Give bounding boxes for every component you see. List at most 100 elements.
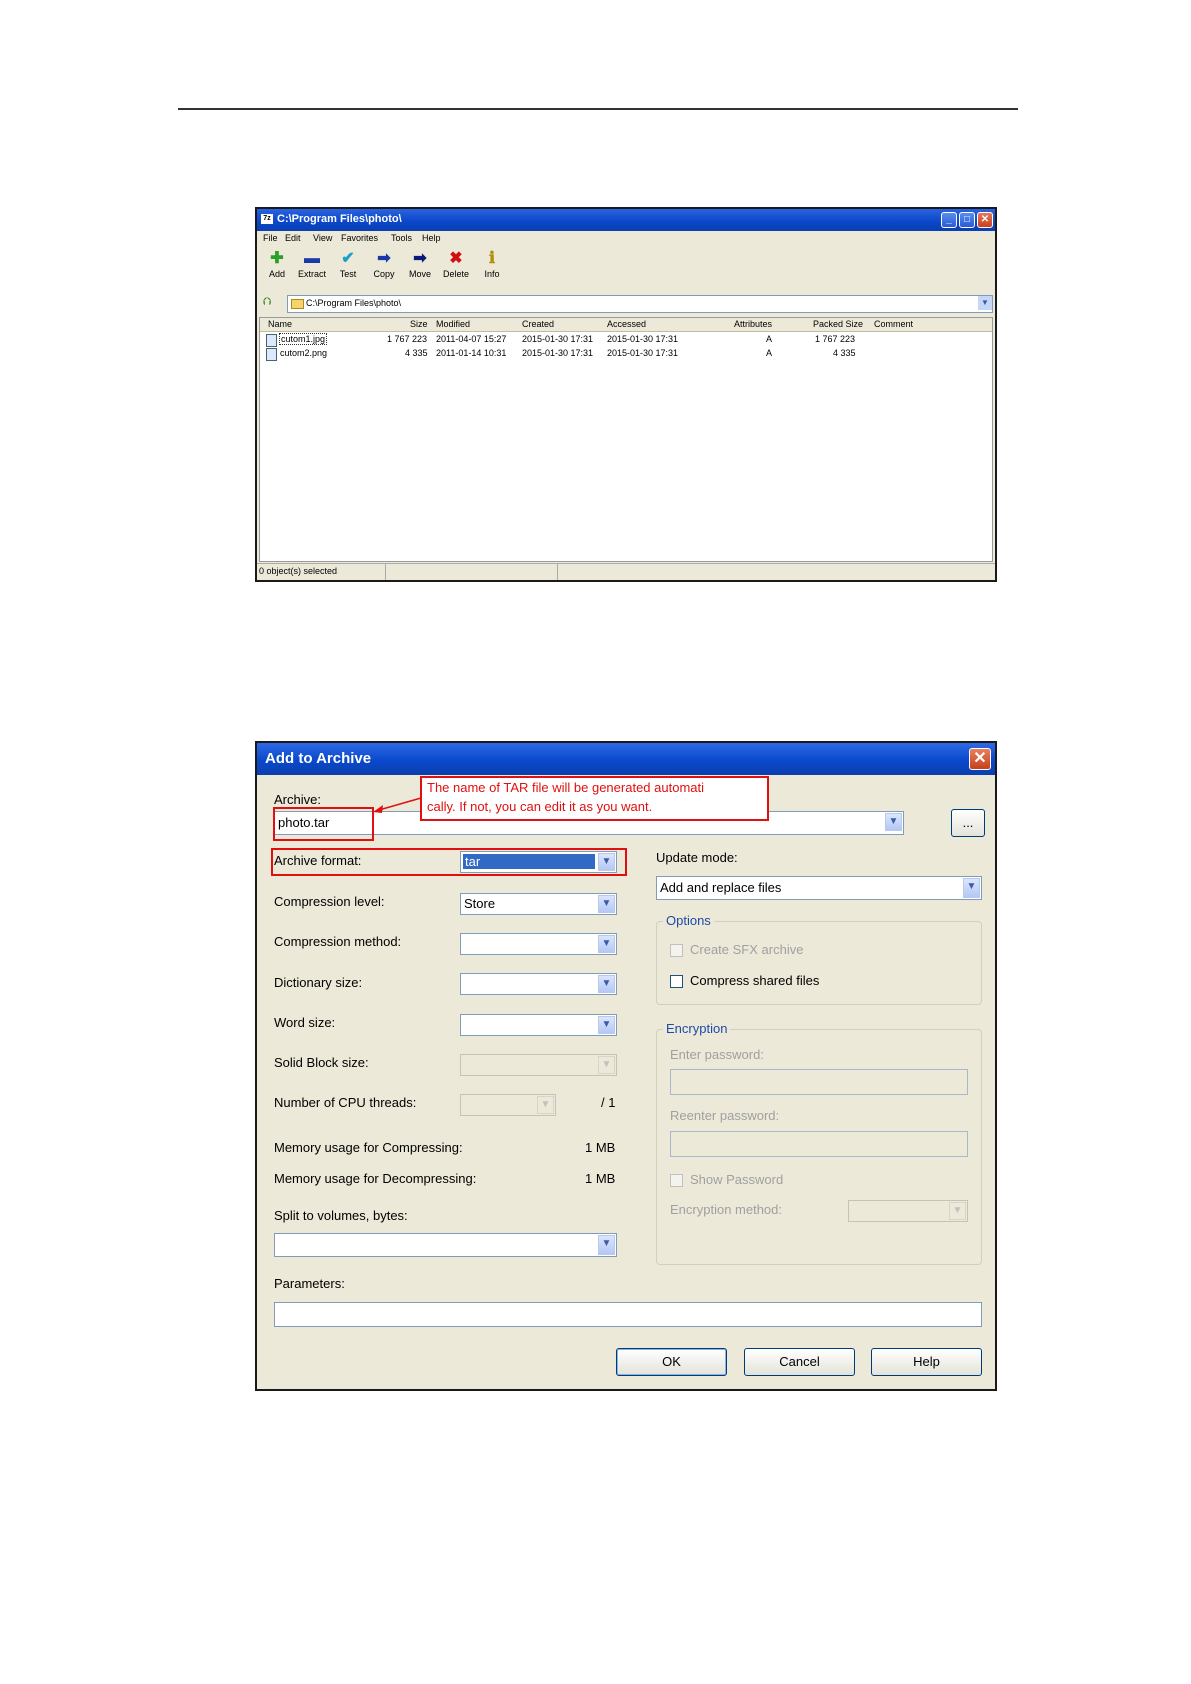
file-row[interactable]: cutom1.jpg 1 767 223 2011-04-07 15:27 20… — [260, 333, 992, 347]
toolbar-label: Add — [268, 269, 285, 279]
cpu-threads-label: Number of CPU threads: — [274, 1095, 417, 1110]
page-divider — [178, 108, 1018, 110]
menu-file[interactable]: File — [263, 233, 278, 243]
annotation-line-1: The name of TAR file will be generated a… — [427, 780, 704, 795]
column-header-name[interactable]: Name — [268, 319, 292, 329]
chevron-down-icon[interactable]: ▼ — [537, 1096, 554, 1114]
column-header-accessed[interactable]: Accessed — [607, 319, 646, 329]
column-header-created[interactable]: Created — [522, 319, 554, 329]
encryption-method-combo[interactable]: ▼ — [848, 1200, 968, 1222]
chevron-down-icon[interactable]: ▼ — [598, 935, 615, 953]
split-volumes-combo[interactable]: ▼ — [274, 1233, 617, 1257]
toolbar-test-button[interactable]: ✔ Test — [330, 249, 366, 279]
chevron-down-icon[interactable]: ▼ — [598, 853, 615, 871]
menu-help[interactable]: Help — [422, 233, 441, 243]
toolbar-copy-button[interactable]: ➡ Copy — [366, 249, 402, 279]
archive-name-highlight — [273, 807, 374, 841]
column-header-comment[interactable]: Comment — [874, 319, 913, 329]
compress-shared-label: Compress shared files — [690, 973, 820, 988]
maximize-button[interactable]: □ — [959, 212, 975, 228]
chevron-down-icon[interactable]: ▼ — [598, 975, 615, 993]
options-group — [656, 921, 982, 1005]
up-folder-icon[interactable]: ⮉ — [263, 296, 271, 309]
file-packed-size: 4 335 — [833, 348, 856, 358]
menu-edit[interactable]: Edit — [285, 233, 301, 243]
chevron-down-icon[interactable]: ▼ — [978, 296, 992, 310]
toolbar-label: Info — [484, 269, 500, 279]
file-accessed: 2015-01-30 17:31 — [607, 348, 679, 358]
memory-compress-value: 1 MB — [585, 1140, 616, 1155]
close-button[interactable]: ✕ — [969, 748, 991, 770]
parameters-label: Parameters: — [274, 1276, 345, 1291]
toolbar-move-button[interactable]: ➡ Move — [402, 249, 438, 279]
dialog-title-bar[interactable]: Add to Archive ✕ — [257, 743, 995, 775]
image-file-icon — [266, 348, 277, 361]
move-arrow-icon: ➡ — [413, 250, 427, 267]
file-modified: 2011-01-14 10:31 — [436, 348, 507, 358]
minimize-button[interactable]: _ — [941, 212, 957, 228]
window-title-bar[interactable]: 7z C:\Program Files\photo\ _ □ ✕ — [257, 209, 995, 231]
column-header-modified[interactable]: Modified — [436, 319, 470, 329]
chevron-down-icon[interactable]: ▼ — [949, 1202, 966, 1220]
compression-level-value: Store — [464, 896, 496, 911]
archive-label: Archive: — [274, 792, 321, 807]
chevron-down-icon[interactable]: ▼ — [598, 1056, 615, 1074]
word-size-label: Word size: — [274, 1015, 336, 1030]
enter-password-field[interactable] — [670, 1069, 968, 1095]
column-header-packed-size[interactable]: Packed Size — [813, 319, 863, 329]
dialog-title: Add to Archive — [265, 750, 372, 767]
toolbar-delete-button[interactable]: ✖ Delete — [438, 249, 474, 279]
close-button[interactable]: ✕ — [977, 212, 993, 228]
reenter-password-field[interactable] — [670, 1131, 968, 1157]
word-size-combo[interactable]: ▼ — [460, 1014, 617, 1036]
cpu-threads-combo[interactable]: ▼ — [460, 1094, 556, 1116]
file-name: cutom2.png — [280, 348, 328, 358]
window-title: C:\Program Files\photo\ — [277, 213, 402, 225]
menu-favorites[interactable]: Favorites — [341, 233, 378, 243]
archive-format-value: tar — [463, 854, 595, 869]
file-list-header: Name Size Modified Created Accessed Attr… — [260, 318, 992, 332]
toolbar-label: Test — [339, 269, 357, 279]
parameters-field[interactable] — [274, 1302, 982, 1327]
add-to-archive-dialog: Add to Archive ✕ Archive: photo.tar ▼ ..… — [255, 741, 997, 1391]
enter-password-label: Enter password: — [670, 1047, 764, 1062]
chevron-down-icon[interactable]: ▼ — [963, 878, 980, 898]
annotation-line-2: cally. If not, you can edit it as you wa… — [427, 799, 653, 814]
status-bar: 0 object(s) selected — [257, 563, 995, 580]
dictionary-size-combo[interactable]: ▼ — [460, 973, 617, 995]
chevron-down-icon[interactable]: ▼ — [598, 1235, 615, 1255]
menu-view[interactable]: View — [313, 233, 332, 243]
cpu-threads-max: / 1 — [601, 1095, 616, 1110]
compression-method-combo[interactable]: ▼ — [460, 933, 617, 955]
toolbar-add-button[interactable]: ✚ Add — [259, 249, 295, 279]
address-combo[interactable]: C:\Program Files\photo\ ▼ — [287, 295, 993, 313]
show-password-label: Show Password — [690, 1172, 784, 1187]
toolbar-label: Move — [408, 269, 431, 279]
address-bar: ⮉ C:\Program Files\photo\ ▼ — [259, 295, 993, 313]
column-header-size[interactable]: Size — [410, 319, 428, 329]
toolbar-info-button[interactable]: ℹ Info — [474, 249, 510, 279]
status-divider — [385, 564, 386, 580]
split-volumes-label: Split to volumes, bytes: — [274, 1208, 408, 1223]
chevron-down-icon[interactable]: ▼ — [598, 895, 615, 913]
file-size: 4 335 — [405, 348, 428, 358]
update-mode-combo[interactable]: Add and replace files ▼ — [656, 876, 982, 900]
file-name: cutom1.jpg — [279, 333, 328, 345]
compression-level-combo[interactable]: Store ▼ — [460, 893, 617, 915]
help-button[interactable]: Help — [871, 1348, 982, 1376]
update-mode-label: Update mode: — [656, 850, 738, 865]
solid-block-size-combo[interactable]: ▼ — [460, 1054, 617, 1076]
chevron-down-icon[interactable]: ▼ — [598, 1016, 615, 1034]
toolbar-extract-button[interactable]: ▬ Extract — [294, 249, 330, 279]
ok-button[interactable]: OK — [616, 1348, 727, 1376]
cancel-button[interactable]: Cancel — [744, 1348, 855, 1376]
file-row[interactable]: cutom2.png 4 335 2011-01-14 10:31 2015-0… — [260, 347, 992, 361]
show-password-checkbox[interactable] — [670, 1174, 683, 1187]
column-header-attributes[interactable]: Attributes — [734, 319, 772, 329]
chevron-down-icon[interactable]: ▼ — [885, 813, 902, 831]
compress-shared-checkbox[interactable] — [670, 975, 683, 988]
browse-button[interactable]: ... — [951, 809, 985, 837]
archive-format-combo[interactable]: tar ▼ — [460, 851, 617, 873]
create-sfx-checkbox[interactable] — [670, 944, 683, 957]
menu-tools[interactable]: Tools — [391, 233, 412, 243]
